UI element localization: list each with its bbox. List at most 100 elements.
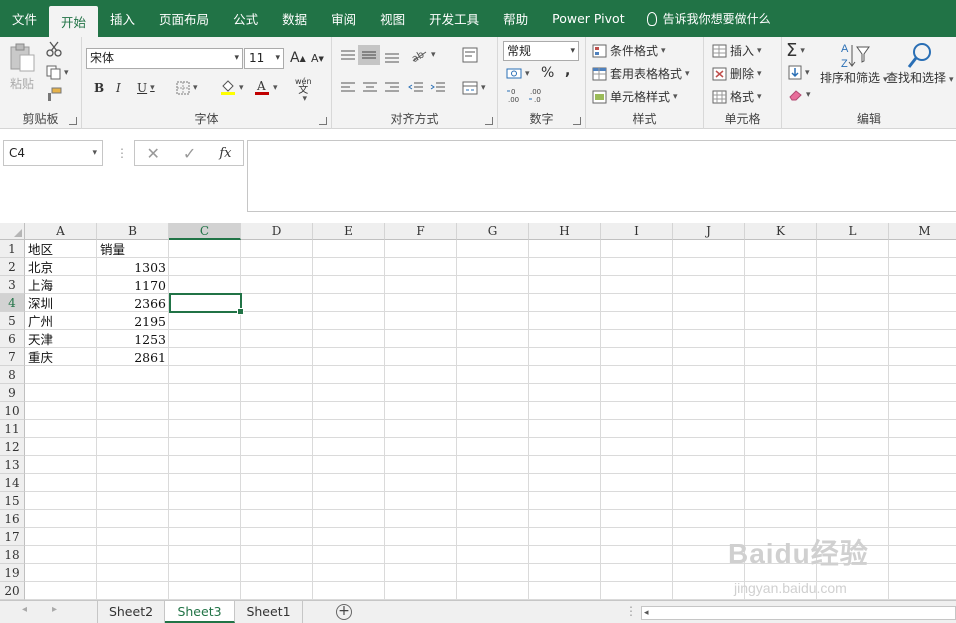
sort-filter-button[interactable]: AZ 排序和筛选 (820, 41, 888, 86)
cell-a2[interactable]: 北京 (25, 258, 97, 276)
accounting-format-button[interactable] (506, 67, 530, 81)
format-painter-button[interactable] (46, 87, 62, 102)
italic-button[interactable]: I (116, 81, 121, 95)
row-header-5[interactable]: 5 (0, 312, 25, 330)
clear-button[interactable] (788, 89, 811, 101)
cell-b5[interactable]: 2195 (97, 312, 169, 330)
row-header-2[interactable]: 2 (0, 258, 25, 276)
tab-splitter-icon[interactable]: ⋮ (625, 604, 637, 618)
name-box[interactable]: C4 ▾ (3, 140, 103, 166)
row-header-14[interactable]: 14 (0, 474, 25, 492)
row-header-4[interactable]: 4 (0, 294, 25, 312)
cell-b2[interactable]: 1303 (97, 258, 169, 276)
column-header-l[interactable]: L (817, 223, 889, 240)
tab-file[interactable]: 文件 (0, 0, 49, 37)
row-header-1[interactable]: 1 (0, 240, 25, 258)
format-as-table-button[interactable]: 套用表格格式 (592, 65, 690, 82)
fill-color-button[interactable] (220, 79, 244, 96)
tab-review[interactable]: 审阅 (319, 0, 368, 37)
cell-b4[interactable]: 2366 (97, 294, 169, 312)
tab-data[interactable]: 数据 (270, 0, 319, 37)
number-launcher-icon[interactable] (573, 117, 581, 125)
cell-a5[interactable]: 广州 (25, 312, 97, 330)
cell-styles-button[interactable]: 单元格样式 (592, 88, 678, 105)
font-size-combobox[interactable]: 11 ▾ (244, 48, 284, 69)
cell-b1[interactable]: 销量 (97, 240, 169, 258)
font-launcher-icon[interactable] (319, 117, 327, 125)
cell-a7[interactable]: 重庆 (25, 348, 97, 366)
orientation-button[interactable]: ab (410, 47, 436, 63)
shrink-font-button[interactable]: A ▼ (311, 52, 324, 65)
cut-button[interactable] (46, 41, 62, 57)
increase-indent-button[interactable] (430, 81, 446, 95)
find-select-button[interactable]: 查找和选择 (886, 41, 954, 86)
sheet-tab-sheet2[interactable]: Sheet2 (97, 601, 165, 623)
grow-font-button[interactable]: A ▲ (290, 50, 306, 66)
row-header-15[interactable]: 15 (0, 492, 25, 510)
align-bottom-button[interactable] (384, 49, 400, 63)
tab-view[interactable]: 视图 (368, 0, 417, 37)
column-header-a[interactable]: A (25, 223, 97, 240)
scroll-tabs-left-icon[interactable]: ◂ (22, 604, 27, 615)
enter-icon[interactable]: ✓ (183, 144, 196, 163)
formula-input[interactable] (247, 140, 956, 212)
row-header-12[interactable]: 12 (0, 438, 25, 456)
scroll-tabs-right-icon[interactable]: ▸ (52, 604, 57, 615)
row-header-10[interactable]: 10 (0, 402, 25, 420)
clipboard-launcher-icon[interactable] (69, 117, 77, 125)
cancel-icon[interactable]: ✕ (147, 144, 160, 163)
cell-a6[interactable]: 天津 (25, 330, 97, 348)
row-header-11[interactable]: 11 (0, 420, 25, 438)
align-left-button[interactable] (340, 81, 356, 95)
row-header-19[interactable]: 19 (0, 564, 25, 582)
column-header-i[interactable]: I (601, 223, 673, 240)
autosum-button[interactable]: Σ (786, 40, 805, 61)
conditional-formatting-button[interactable]: 条件格式 (592, 42, 666, 59)
cell-a4[interactable]: 深圳 (25, 294, 97, 312)
tab-help[interactable]: 帮助 (491, 0, 540, 37)
align-right-button[interactable] (384, 81, 400, 95)
phonetic-button[interactable]: wén 文 (295, 77, 312, 104)
column-header-k[interactable]: K (745, 223, 817, 240)
underline-button[interactable]: U (137, 81, 155, 95)
row-header-16[interactable]: 16 (0, 510, 25, 528)
font-color-button[interactable]: A (254, 79, 278, 96)
format-cells-button[interactable]: 格式 (712, 88, 762, 105)
wrap-text-button[interactable] (462, 47, 478, 63)
column-header-m[interactable]: M (889, 223, 956, 240)
select-all-button[interactable] (0, 223, 25, 240)
percent-button[interactable]: % (541, 65, 554, 81)
decrease-decimal-button[interactable]: .00.0 (528, 87, 546, 103)
column-header-e[interactable]: E (313, 223, 385, 240)
fill-button[interactable] (788, 65, 810, 80)
font-name-combobox[interactable]: 宋体 ▾ (86, 48, 243, 69)
horizontal-scrollbar[interactable]: ◂ (641, 606, 956, 620)
row-header-8[interactable]: 8 (0, 366, 25, 384)
delete-cells-button[interactable]: 删除 (712, 65, 762, 82)
row-header-20[interactable]: 20 (0, 582, 25, 600)
align-middle-button[interactable] (358, 45, 380, 65)
cell-b3[interactable]: 1170 (97, 276, 169, 294)
row-header-7[interactable]: 7 (0, 348, 25, 366)
column-header-j[interactable]: J (673, 223, 745, 240)
align-top-button[interactable] (340, 49, 356, 63)
copy-button[interactable] (46, 65, 69, 80)
tell-me-search[interactable]: 告诉我你想要做什么 (637, 0, 771, 37)
row-header-6[interactable]: 6 (0, 330, 25, 348)
column-header-h[interactable]: H (529, 223, 601, 240)
paste-button[interactable]: 粘贴 (8, 43, 36, 92)
formula-bar-grip-icon[interactable]: ⋮ (116, 146, 128, 160)
cell-a1[interactable]: 地区 (25, 240, 97, 258)
increase-decimal-button[interactable]: 0.00 (506, 87, 524, 103)
column-header-f[interactable]: F (385, 223, 457, 240)
tab-power-pivot[interactable]: Power Pivot (540, 0, 636, 37)
column-header-g[interactable]: G (457, 223, 529, 240)
tab-page-layout[interactable]: 页面布局 (147, 0, 221, 37)
number-format-combobox[interactable]: 常规 ▾ (503, 41, 579, 61)
column-header-b[interactable]: B (97, 223, 169, 240)
bold-button[interactable]: B (94, 81, 104, 95)
tab-developer[interactable]: 开发工具 (417, 0, 491, 37)
column-header-c[interactable]: C (169, 223, 241, 240)
add-sheet-button[interactable]: + (336, 604, 352, 620)
scroll-left-icon[interactable]: ◂ (644, 608, 649, 618)
